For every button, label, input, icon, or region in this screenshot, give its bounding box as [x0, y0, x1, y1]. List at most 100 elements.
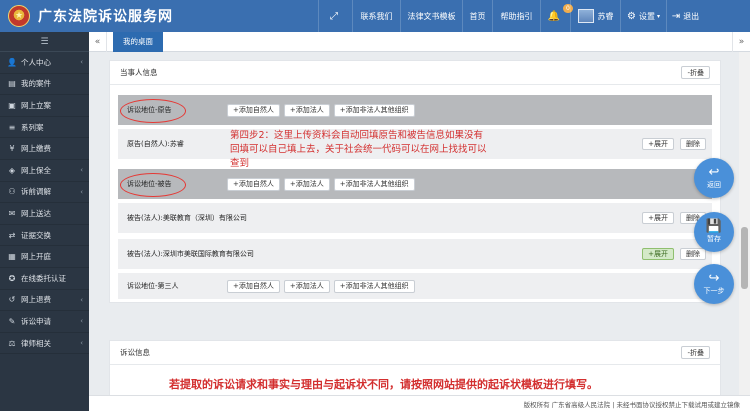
- party-row-defendant-2: 被告(法人):深圳市美联国际教育有限公司 +展开 删除: [118, 239, 712, 269]
- sidebar-item-online-service[interactable]: ✉ 网上送达: [0, 203, 89, 225]
- claim-info-header: 诉讼信息 -折叠: [110, 341, 720, 365]
- handshake-icon: ⚇: [8, 187, 16, 197]
- expand-button[interactable]: +展开: [642, 138, 674, 150]
- logout-button[interactable]: ⇥ 退出: [666, 0, 704, 32]
- add-natural-person-button[interactable]: +添加自然人: [227, 279, 280, 293]
- tab-bar: « 我的桌面 »: [89, 31, 750, 52]
- chevron-left-icon: ‹: [80, 166, 83, 175]
- sidebar-item-online-hearing[interactable]: ▦ 网上开庭: [0, 246, 89, 268]
- expand-button[interactable]: +展开: [642, 248, 674, 260]
- court-icon: ▦: [8, 252, 16, 262]
- copyright-bar: 版权所有 广东省高级人民法院 | 未经书面协议授权禁止下载试用或建立镜像: [89, 395, 750, 411]
- next-step-button[interactable]: ↪ 下一步: [694, 264, 734, 304]
- double-chevron-right-icon: »: [738, 36, 745, 47]
- folder-icon: ▤: [8, 79, 16, 89]
- chevron-left-icon: ‹: [80, 295, 83, 304]
- menu-icon: ☰: [40, 36, 49, 47]
- party-info-panel: 当事人信息 -折叠 诉讼地位-原告 +添加自然人 +添加法人 +添加非法人其他组…: [109, 60, 721, 303]
- group-row-plaintiff: 诉讼地位-原告 +添加自然人 +添加法人 +添加非法人其他组织: [118, 95, 712, 125]
- file-icon: ▣: [8, 100, 16, 110]
- panel-title: 当事人信息: [120, 68, 158, 77]
- refund-icon: ↺: [8, 295, 16, 305]
- step-annotation: 第四步2：这里上传资料会自动回填原告和被告信息如果没有回填可以自己填上去，关于社…: [230, 130, 487, 169]
- sidebar-toggle[interactable]: ☰: [0, 32, 89, 52]
- send-icon: ✉: [8, 208, 16, 218]
- apply-icon: ✎: [8, 316, 16, 326]
- party-row-defendant-1: 被告(法人):美联教育（深圳）有限公司 +展开 删除: [118, 203, 712, 233]
- sidebar-item-online-filing[interactable]: ▣ 网上立案: [0, 95, 89, 117]
- chevron-left-icon: ‹: [80, 187, 83, 196]
- tab-scroll-right-button[interactable]: »: [732, 31, 750, 52]
- expand-button[interactable]: +展开: [642, 212, 674, 224]
- add-legal-person-button[interactable]: +添加法人: [283, 279, 330, 293]
- avatar: [577, 9, 594, 23]
- sidebar-item-litigation-application[interactable]: ✎ 诉讼申请 ‹: [0, 311, 89, 333]
- fullscreen-icon: ⤢: [330, 10, 338, 22]
- copyright-text: 版权所有 广东省高级人民法院 | 未经书面协议授权禁止下载试用或建立镜像: [523, 400, 740, 409]
- bell-icon: 🔔: [547, 10, 561, 22]
- settings-menu[interactable]: ⚙ 设置 ▾: [620, 0, 666, 32]
- back-arrow-icon: ↩: [708, 165, 720, 180]
- add-other-org-button[interactable]: +添加非法人其他组织: [333, 279, 415, 293]
- back-button[interactable]: ↩ 返回: [694, 158, 734, 198]
- exchange-icon: ⇄: [8, 230, 16, 240]
- site-logo[interactable]: ★ 广东法院诉讼服务网: [0, 5, 318, 27]
- nav-help[interactable]: 帮助指引: [492, 0, 540, 32]
- user-menu[interactable]: 苏睿: [570, 0, 620, 32]
- nav-home[interactable]: 首页: [462, 0, 492, 32]
- list-icon: ≡: [8, 122, 16, 132]
- add-natural-person-button[interactable]: +添加自然人: [227, 103, 280, 117]
- content-scrollbar[interactable]: [739, 52, 750, 395]
- chevron-left-icon: ‹: [80, 58, 83, 67]
- forward-arrow-icon: ↪: [708, 271, 720, 286]
- sidebar-item-series-cases[interactable]: ≡ 系列案: [0, 117, 89, 139]
- save-icon: 💾: [705, 219, 723, 234]
- chevron-down-icon: ▾: [656, 12, 660, 20]
- add-legal-person-button[interactable]: +添加法人: [283, 177, 330, 191]
- sidebar-item-personal-center[interactable]: 👤 个人中心 ‹: [0, 52, 89, 74]
- sidebar-item-evidence-exchange[interactable]: ⇄ 证据交换: [0, 225, 89, 247]
- add-other-org-button[interactable]: +添加非法人其他组织: [333, 103, 415, 117]
- panel-title: 诉讼信息: [120, 348, 150, 357]
- fullscreen-button[interactable]: ⤢: [318, 0, 352, 32]
- sidebar-item-lawyer-related[interactable]: ⚖ 律师相关 ‹: [0, 333, 89, 355]
- certify-icon: ✪: [8, 273, 16, 283]
- top-bar: ★ 广东法院诉讼服务网 ⤢ 联系我们 法律文书模板 首页 帮助指引 🔔 0 苏睿…: [0, 0, 750, 32]
- scrollbar-thumb[interactable]: [741, 227, 748, 289]
- lawyer-icon: ⚖: [8, 338, 16, 348]
- highlight-ellipse: [120, 99, 186, 123]
- court-emblem-icon: ★: [8, 5, 30, 27]
- template-annotation: 若提取的诉讼请求和事实与理由与起诉状不同，请按照网站提供的起诉状模板进行填写。: [169, 378, 598, 391]
- delete-button[interactable]: 删除: [680, 138, 706, 150]
- sidebar-item-online-refund[interactable]: ↺ 网上退费 ‹: [0, 290, 89, 312]
- main-content: 当事人信息 -折叠 诉讼地位-原告 +添加自然人 +添加法人 +添加非法人其他组…: [89, 52, 739, 395]
- add-legal-person-button[interactable]: +添加法人: [283, 103, 330, 117]
- sidebar-item-online-entrust-auth[interactable]: ✪ 在线委托认证: [0, 268, 89, 290]
- save-draft-button[interactable]: 💾 暂存: [694, 212, 734, 252]
- collapse-button[interactable]: -折叠: [681, 346, 710, 359]
- notifications-button[interactable]: 🔔 0: [540, 0, 573, 32]
- tab-my-desktop[interactable]: 我的桌面: [113, 31, 163, 52]
- payment-icon: ¥: [9, 144, 15, 154]
- sidebar: ☰ 👤 个人中心 ‹ ▤ 我的案件 ▣ 网上立案 ≡ 系列案 ¥ 网上缴费 ◈ …: [0, 32, 89, 411]
- site-title: 广东法院诉讼服务网: [38, 9, 173, 25]
- user-icon: 👤: [7, 57, 17, 67]
- add-natural-person-button[interactable]: +添加自然人: [227, 177, 280, 191]
- logout-icon: ⇥: [671, 10, 681, 22]
- chevron-left-icon: ‹: [80, 339, 83, 348]
- sidebar-item-pre-litigation-mediation[interactable]: ⚇ 诉前调解 ‹: [0, 182, 89, 204]
- nav-legal-templates[interactable]: 法律文书模板: [400, 0, 462, 32]
- gear-icon: ⚙: [627, 10, 636, 22]
- sidebar-item-my-cases[interactable]: ▤ 我的案件: [0, 74, 89, 96]
- group-row-defendant: 诉讼地位-被告 +添加自然人 +添加法人 +添加非法人其他组织: [118, 169, 712, 199]
- tab-scroll-left-button[interactable]: «: [89, 31, 107, 52]
- party-info-header: 当事人信息 -折叠: [110, 61, 720, 85]
- delete-button[interactable]: 删除: [680, 248, 706, 260]
- collapse-button[interactable]: -折叠: [681, 66, 710, 79]
- group-row-third-party: 诉讼地位-第三人 +添加自然人 +添加法人 +添加非法人其他组织: [118, 273, 712, 299]
- sidebar-item-online-payment[interactable]: ¥ 网上缴费: [0, 138, 89, 160]
- sidebar-item-online-preservation[interactable]: ◈ 网上保全 ‹: [0, 160, 89, 182]
- nav-contact-us[interactable]: 联系我们: [352, 0, 400, 32]
- add-other-org-button[interactable]: +添加非法人其他组织: [333, 177, 415, 191]
- chevron-left-icon: ‹: [80, 317, 83, 326]
